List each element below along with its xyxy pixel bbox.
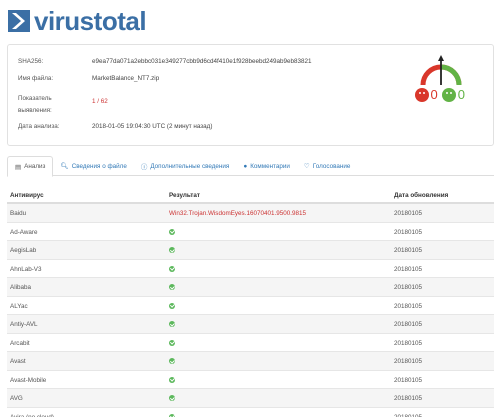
table-row: Baidu Win32.Trojan.WisdomEyes.16070401.95… xyxy=(7,204,494,223)
check-circle-icon xyxy=(169,247,175,253)
analysis-date-value: 2018-01-05 19:04:30 UTC (2 минут назад) xyxy=(92,123,213,130)
update-date: 20180105 xyxy=(394,358,423,365)
clean-result xyxy=(169,395,175,403)
check-circle-icon xyxy=(169,302,175,309)
antivirus-name: Alibaba xyxy=(10,284,32,291)
malicious-votes: 0 xyxy=(430,87,438,102)
tab-comments[interactable]: ● Комментарии xyxy=(236,156,297,176)
check-circle-icon xyxy=(169,376,175,383)
update-date: 20180105 xyxy=(394,302,423,310)
analysis-date-label: Дата анализа: xyxy=(18,123,60,130)
table-row: Avira (no cloud) 20180105 xyxy=(7,408,494,417)
detection-ratio-label: Показатель выявления: xyxy=(18,95,52,114)
antivirus-name: Avast xyxy=(10,358,26,365)
clean-result xyxy=(169,284,175,292)
table-row: ALYac 20180105 xyxy=(7,297,494,315)
table-icon: ▤ xyxy=(15,163,22,171)
antivirus-name: AVG xyxy=(10,395,23,402)
community-score: 0 0 xyxy=(414,87,469,102)
update-date: 20180105 xyxy=(394,228,423,236)
virustotal-logo[interactable]: virustotal xyxy=(7,6,147,36)
logo-text: virustotal xyxy=(34,6,147,36)
comment-icon: ● xyxy=(243,162,248,170)
clean-result xyxy=(169,228,175,237)
table-row: Avast 20180105 xyxy=(7,352,494,371)
update-date: 20180105 xyxy=(394,413,423,417)
column-header-update-date[interactable]: Дата обновления xyxy=(394,192,448,199)
check-circle-icon xyxy=(169,321,175,327)
column-header-antivirus[interactable]: Антивирус xyxy=(10,192,44,199)
virustotal-logo-icon xyxy=(8,10,30,32)
search-icon: 🔍︎ xyxy=(60,163,69,170)
harmless-votes: 0 xyxy=(457,87,465,102)
filename-value: MarketBalance_NT7.zip xyxy=(92,75,160,82)
check-circle-icon xyxy=(169,358,175,364)
check-circle-icon xyxy=(169,413,175,417)
table-row: AVG 20180105 xyxy=(7,389,494,408)
sha256-label: SHA256: xyxy=(18,58,44,65)
antivirus-name: Ad-Aware xyxy=(10,228,38,236)
antivirus-name: Baidu xyxy=(10,210,27,217)
clean-result xyxy=(169,413,175,417)
check-circle-icon xyxy=(169,284,175,290)
update-date: 20180105 xyxy=(394,376,423,384)
harmless-vote-icon[interactable] xyxy=(441,87,456,102)
table-row: Ad-Aware 20180105 xyxy=(7,223,494,241)
update-date: 20180105 xyxy=(394,284,423,291)
clean-result xyxy=(169,247,175,255)
detection-result: Win32.Trojan.WisdomEyes.16070401.9500.98… xyxy=(169,210,306,217)
update-date: 20180105 xyxy=(394,265,423,273)
tab-file-details[interactable]: 🔍︎ Сведения о файле xyxy=(53,156,133,176)
clean-result xyxy=(169,358,175,366)
table-header: Антивирус Результат Дата обновления xyxy=(7,186,494,204)
check-circle-icon xyxy=(169,395,175,401)
check-circle-icon xyxy=(169,228,175,235)
malicious-vote-icon[interactable] xyxy=(414,87,429,102)
clean-result xyxy=(169,302,175,311)
antivirus-name: Antiy-AVL xyxy=(10,321,38,328)
tab-additional-info[interactable]: ⓘ Дополнительные сведения xyxy=(134,156,236,176)
update-date: 20180105 xyxy=(394,321,423,328)
tab-votes[interactable]: ♡ Голосование xyxy=(297,156,357,176)
antivirus-name: AhnLab-V3 xyxy=(10,265,42,273)
update-date: 20180105 xyxy=(394,339,423,347)
table-row: Alibaba 20180105 xyxy=(7,278,494,297)
update-date: 20180105 xyxy=(394,247,423,254)
file-info-panel: SHA256: e9ea77da071a2ebbc031e349277cbb9d… xyxy=(7,44,494,146)
check-circle-icon xyxy=(169,265,175,272)
clean-result xyxy=(169,265,175,274)
clean-result xyxy=(169,321,175,329)
table-row: Antiy-AVL 20180105 xyxy=(7,315,494,334)
antivirus-name: Arcabit xyxy=(10,339,30,347)
clean-result xyxy=(169,376,175,385)
filename-label: Имя файла: xyxy=(18,75,54,82)
column-header-result[interactable]: Результат xyxy=(169,192,200,199)
antivirus-name: Avira (no cloud) xyxy=(10,413,54,417)
table-row: AhnLab-V3 20180105 xyxy=(7,260,494,278)
update-date: 20180105 xyxy=(394,395,423,402)
report-tabs: ▤ Анализ 🔍︎ Сведения о файле ⓘ Дополните… xyxy=(7,156,494,177)
antivirus-results-table: Антивирус Результат Дата обновления Baid… xyxy=(7,186,494,417)
tab-analysis[interactable]: ▤ Анализ xyxy=(7,156,54,177)
table-row: AegisLab 20180105 xyxy=(7,241,494,260)
antivirus-name: AegisLab xyxy=(10,247,37,254)
antivirus-name: ALYac xyxy=(10,302,28,310)
detection-ratio-value: 1 / 62 xyxy=(92,98,108,105)
check-circle-icon xyxy=(169,339,175,346)
info-icon: ⓘ xyxy=(140,164,148,171)
antivirus-name: Avast-Mobile xyxy=(10,376,47,384)
clean-result xyxy=(169,339,175,348)
sha256-value: e9ea77da071a2ebbc031e349277cbb9d6cd4f410… xyxy=(92,58,312,65)
thumb-icon: ♡ xyxy=(303,163,310,170)
table-row: Avast-Mobile 20180105 xyxy=(7,371,494,389)
table-row: Arcabit 20180105 xyxy=(7,334,494,352)
update-date: 20180105 xyxy=(394,210,423,217)
